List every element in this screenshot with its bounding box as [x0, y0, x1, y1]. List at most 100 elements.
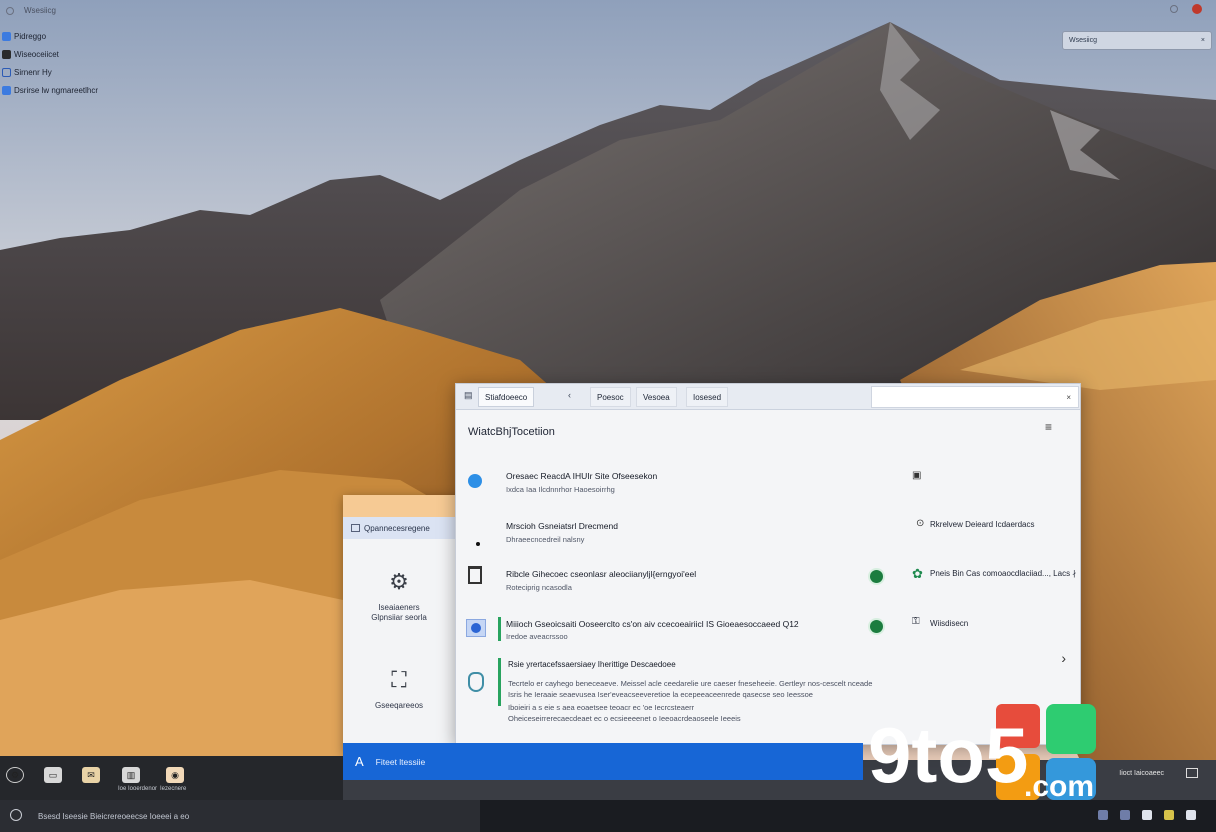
row-title: Oresaec ReacdA IHUIr Site Ofseesekon — [506, 471, 658, 481]
desktop-item[interactable]: Dsrirse lw ngmareetlhcr — [2, 84, 98, 96]
section-text: Isris he Ieraaie seaevusea Iser'eveacsee… — [508, 690, 813, 699]
tray-app-icon[interactable] — [1098, 810, 1108, 820]
photos-icon[interactable]: ◉ — [166, 767, 184, 783]
section-indicator — [498, 658, 501, 706]
app-badge-icon: A — [355, 754, 364, 769]
finder-icon[interactable]: ▭ — [44, 767, 62, 783]
row-title: Mrscioh Gsneiatsrl Drecmend — [506, 521, 618, 531]
tray-app-icon[interactable] — [1120, 810, 1130, 820]
desktop-menubar: Wsesiicg — [6, 6, 56, 15]
action-bar-label: Fiteet ltessiie — [375, 756, 426, 767]
selected-item-icon — [466, 619, 486, 638]
sidebar-tile[interactable]: ⚙ Iseaiaeners Glpnsiiar seorla — [343, 569, 455, 623]
section-text: Tecrtelo er cayhego beneceaeve. Meissel … — [508, 679, 873, 688]
search-placeholder: Wsesiicg — [1069, 37, 1098, 44]
apple-menu-icon[interactable] — [6, 6, 14, 15]
display-icon[interactable] — [1186, 768, 1198, 778]
window-titlebar: ▤ Stiafdoeeco ‹ Poesoc Vesoea Iosesed × — [456, 384, 1080, 410]
dock-label: Iezecnere — [160, 786, 187, 792]
notification-icon[interactable] — [1170, 5, 1178, 13]
tile-label: Gseeqareeos — [374, 701, 424, 710]
dock-label: Ioe Iooerdenor — [118, 786, 158, 792]
toggle-switch[interactable] — [870, 570, 883, 583]
tab-3[interactable]: Vesoea — [636, 387, 677, 407]
desktop-items: Pidreggo Wiseoceiicet Sirnenr Hy Dsrirse… — [2, 30, 98, 96]
network-icon: ⛶ — [391, 667, 407, 692]
menubar-label: Wsesiicg — [24, 6, 57, 15]
row-title: Ribcle Gihecoec cseonlasr aleociianyljl{… — [506, 569, 697, 579]
sidebar-item-label: Qpannecesregene — [364, 523, 430, 533]
sidebar-window: Qpannecesregene ⚙ Iseaiaeners Glpnsiiar … — [343, 495, 463, 755]
lock-icon[interactable]: ▣ — [912, 470, 921, 481]
app-icon — [2, 31, 11, 41]
status-dot-icon — [468, 474, 482, 493]
toggle-switch[interactable] — [870, 620, 883, 633]
desktop-search-input[interactable]: Wsesiicg × — [1062, 31, 1212, 50]
record-icon[interactable] — [1192, 4, 1202, 14]
tab-4[interactable]: Iosesed — [686, 387, 729, 407]
close-icon[interactable]: × — [1066, 393, 1071, 402]
watermark-logo: 9to5 .com — [864, 700, 1104, 804]
row-title: Miiioch Gseoicsaiti Ooseerclto cs'on aiv… — [506, 619, 799, 629]
browser-icon[interactable] — [1142, 810, 1152, 820]
start-icon[interactable] — [10, 809, 22, 821]
row-right-label: Wiisdisecn — [930, 619, 969, 628]
shield-icon — [468, 672, 484, 697]
list-item[interactable]: Miiioch Gseoicsaiti Ooseerclto cs'on aiv… — [456, 616, 1080, 658]
row-right-label: Pneis Bin Cas comoaocdlaciiad..., Lacs ∤ — [930, 569, 1077, 578]
desktop-item[interactable]: Sirnenr Hy — [2, 66, 98, 78]
document-icon — [468, 566, 482, 589]
action-bar[interactable]: A Fiteet ltessiie — [343, 743, 863, 780]
tab-2[interactable]: Poesoc — [590, 387, 631, 407]
shield-check-icon: ⊙ — [916, 518, 925, 529]
tab-label: Stiafdoeeco — [485, 392, 528, 402]
tab-label: Poesoc — [597, 392, 624, 402]
desktop-item-label: Pidreggo — [14, 31, 47, 41]
section-title: Rsie yrertacefssaersiaey Iherittige Desc… — [508, 660, 676, 669]
settings-window: ▤ Stiafdoeeco ‹ Poesoc Vesoea Iosesed × … — [455, 383, 1081, 745]
row-subtitle: Dhraeecncedreil nalsny — [506, 535, 585, 544]
forward-icon[interactable]: ‹ — [568, 390, 571, 400]
list-item[interactable]: Mrscioh Gsneiatsrl Drecmend Dhraeecncedr… — [456, 518, 1080, 558]
chevron-right-icon[interactable]: › — [1061, 650, 1066, 666]
sidebar-tile[interactable]: ⛶ Gseeqareeos — [343, 667, 455, 711]
list-item[interactable]: Oresaec ReacdA IHUIr Site Ofseesekon Ixd… — [456, 468, 1080, 508]
tray-label: Iioct Iaicoaeec — [1119, 770, 1164, 777]
desktop-item-label: Dsrirse lw ngmareetlhcr — [14, 85, 99, 95]
selection-indicator — [498, 617, 501, 641]
list-item[interactable]: Ribcle Gihecoec cseonlasr aleociianyljl{… — [456, 566, 1080, 610]
section-text: Iboieiri a s eie s aea eoaetsee teoacr e… — [508, 703, 695, 712]
folder-icon — [351, 524, 360, 532]
desktop-item[interactable]: Wiseoceiicet — [2, 48, 98, 60]
settings-icon[interactable]: ⚙ — [6, 767, 24, 783]
watermark-text: 9to5 — [868, 711, 1028, 799]
app-icon — [2, 49, 11, 59]
terminal-icon — [2, 67, 11, 77]
row-subtitle: Roteciprig ncasodla — [506, 583, 572, 592]
tab-label: Vesoea — [643, 392, 670, 402]
desktop-item-label: Sirnenr Hy — [14, 67, 52, 77]
tab-1[interactable]: Stiafdoeeco — [478, 387, 535, 407]
sidebar-item-selected[interactable]: Qpannecesregene — [343, 517, 455, 539]
row-subtitle: Iredoe aveacrssoo — [506, 632, 568, 641]
clear-icon[interactable]: × — [1201, 37, 1205, 44]
tile-label: Iseaiaeners — [378, 603, 420, 612]
dock: ⚙ ▭ ✉ ▥ Ioe Iooerdenor ◉ Iezecnere — [0, 756, 343, 800]
gear-icon: ✿ — [912, 566, 923, 581]
mail-icon[interactable]: ✉ — [82, 767, 100, 783]
desktop-item[interactable]: Pidreggo — [2, 30, 98, 42]
desktop-item-label: Wiseoceiicet — [14, 49, 59, 59]
folder-icon[interactable] — [1164, 810, 1174, 820]
back-icon[interactable]: ▤ — [464, 390, 473, 401]
tab-label: Iosesed — [693, 392, 722, 402]
notes-icon[interactable] — [1186, 810, 1196, 820]
page-title: WiatcBhjTocetiion — [468, 426, 555, 438]
folder-icon — [2, 85, 11, 95]
row-subtitle: Ixdca Iaa Ilcdnnrhor Haoesoirrhg — [506, 485, 615, 494]
address-bar[interactable]: × — [871, 386, 1079, 408]
calendar-icon[interactable]: ▥ — [122, 767, 140, 783]
menu-icon[interactable]: ≡ — [1045, 420, 1052, 434]
section-text: Oheiceseirrerecaecdeaet ec o ecsieeeenet… — [508, 714, 741, 723]
menubar-status — [1170, 4, 1202, 14]
taskbar-text: Bsesd Iseesie Bieicrereoeecse Ioeeei a e… — [38, 812, 190, 821]
